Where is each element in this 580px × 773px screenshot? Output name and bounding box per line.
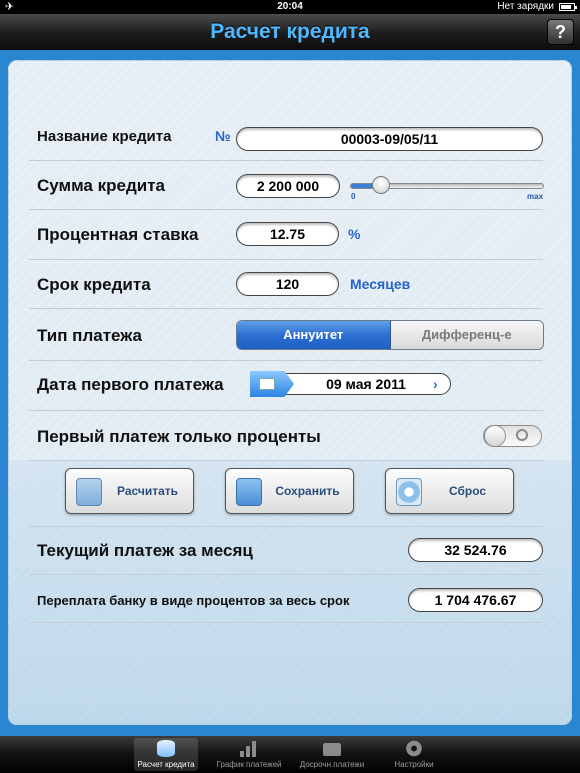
divider [29, 209, 543, 210]
tab-label: Настройки [394, 760, 434, 769]
segment-annuity[interactable]: Аннуитет [237, 321, 391, 349]
first-payment-date-label: Дата первого платежа [37, 375, 224, 394]
loan-term-label: Срок кредита [37, 275, 151, 294]
calculate-button[interactable]: Расчитать [65, 468, 194, 514]
save-button[interactable]: Сохранить [225, 468, 354, 514]
status-bar: ✈ 20:04 Нет зарядки [0, 0, 580, 14]
tab-loan-calculation[interactable]: Расчет кредита [134, 738, 198, 771]
tab-early-payments[interactable]: Досрочн.платежи [300, 738, 364, 771]
number-sign: № [215, 128, 231, 144]
tab-payment-schedule[interactable]: График платежей [216, 738, 282, 771]
overpayment-label: Переплата банку в виде процентов за весь… [37, 593, 350, 608]
navigation-bar: Расчет кредита ? [0, 14, 580, 50]
tab-settings[interactable]: Настройки [382, 738, 446, 771]
payment-type-label: Тип платежа [37, 326, 142, 345]
gear-icon [405, 740, 423, 757]
toggle-knob [484, 425, 506, 447]
payment-type-segmented-control: Аннуитет Дифференц-е [236, 320, 544, 350]
divider [29, 574, 543, 575]
loan-name-label: Название кредита [37, 128, 172, 145]
monthly-payment-label: Текущий платеж за месяц [37, 541, 253, 560]
divider [29, 460, 543, 461]
briefcase-icon [323, 743, 341, 756]
loan-name-field[interactable]: 00003-09/05/11 [236, 127, 543, 151]
loan-amount-label: Сумма кредита [37, 176, 165, 195]
status-charging-text: Нет зарядки [497, 1, 554, 12]
slider-min-label: 0 [351, 192, 356, 201]
monthly-payment-value: 32 524.76 [408, 538, 543, 562]
slider-max-label: max [527, 192, 544, 201]
app-screen: ✈ 20:04 Нет зарядки Расчет кредита ? Наз… [0, 0, 580, 773]
divider [29, 526, 543, 527]
battery-icon [559, 3, 577, 11]
divider [29, 308, 543, 309]
page-title: Расчет кредита [210, 20, 370, 43]
loan-amount-field[interactable]: 2 200 000 [236, 174, 340, 198]
reset-button-label: Сброс [448, 484, 487, 498]
divider [29, 622, 543, 623]
help-button[interactable]: ? [547, 19, 574, 45]
bar-chart-icon [240, 740, 258, 757]
chevron-right-icon: › [433, 376, 438, 392]
slider-thumb[interactable] [372, 176, 390, 194]
divider [29, 410, 543, 411]
reset-icon [396, 478, 422, 506]
slider-fill [351, 184, 375, 188]
first-payment-date-value: 09 мая 2011 [326, 376, 406, 392]
interest-rate-label: Процентная ставка [37, 225, 199, 244]
divider [29, 360, 543, 361]
status-time: 20:04 [277, 1, 303, 12]
overpayment-value: 1 704 476.67 [408, 588, 543, 612]
interest-only-label: Первый платеж только проценты [37, 427, 321, 446]
percent-unit: % [348, 226, 361, 242]
interest-only-toggle[interactable] [483, 425, 542, 447]
segment-differentiated[interactable]: Дифференц-е [390, 321, 543, 349]
tab-bar: Расчет кредита График платежей Досрочн.п… [0, 736, 580, 773]
save-button-label: Сохранить [275, 484, 340, 498]
database-icon [157, 740, 175, 757]
loan-term-field[interactable]: 120 [236, 272, 339, 296]
months-unit: Месяцев [350, 276, 411, 292]
interest-rate-field[interactable]: 12.75 [236, 222, 339, 246]
reset-button[interactable]: Сброс [385, 468, 514, 514]
calculate-button-label: Расчитать [116, 484, 179, 498]
calculator-icon [76, 478, 102, 506]
floppy-disk-icon [236, 478, 262, 506]
divider [29, 160, 543, 161]
toggle-off-indicator [516, 429, 528, 441]
divider [29, 259, 543, 260]
